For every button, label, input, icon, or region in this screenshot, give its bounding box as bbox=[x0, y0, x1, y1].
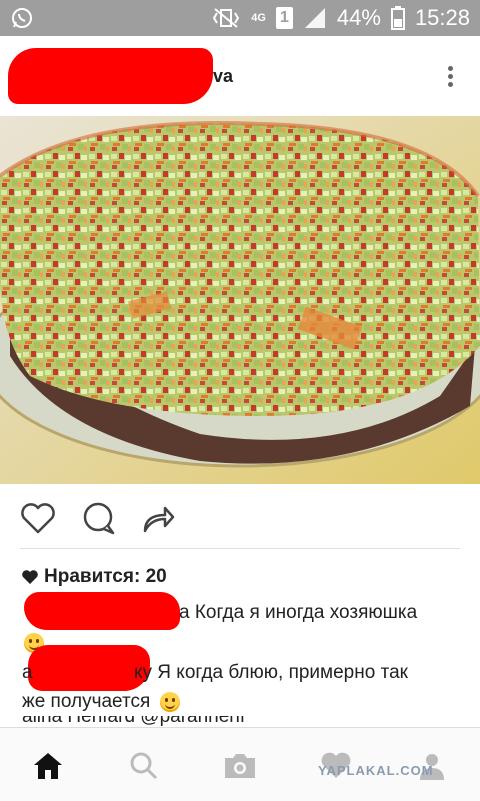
vibrate-mute-icon bbox=[211, 7, 241, 29]
divider bbox=[20, 548, 460, 549]
comment-1-text: а Когда я иногда хозяюшка bbox=[179, 602, 418, 623]
like-heart-icon[interactable] bbox=[18, 498, 58, 538]
likes-count[interactable]: Нравится: 20 bbox=[22, 566, 167, 588]
post-username[interactable]: va bbox=[213, 66, 233, 87]
sim-indicator: 1 bbox=[275, 7, 293, 29]
home-icon[interactable] bbox=[28, 746, 68, 786]
more-options-icon[interactable] bbox=[446, 64, 454, 90]
heart-filled-icon bbox=[22, 570, 38, 584]
comment-2-text2: же получается bbox=[22, 691, 151, 712]
battery-percent: 44% bbox=[336, 5, 381, 30]
post-actions bbox=[0, 496, 480, 544]
comment-icon[interactable] bbox=[78, 498, 118, 538]
network-type: 4G bbox=[251, 12, 266, 24]
comment-2-line2: же получается bbox=[22, 688, 180, 716]
comment-2-line1: ку Я когда блюю, примерно так bbox=[134, 659, 408, 687]
post-photo[interactable] bbox=[0, 116, 480, 484]
grinning-sweat-emoji bbox=[159, 691, 180, 712]
signal-icon bbox=[303, 6, 327, 30]
commenter-redaction-1 bbox=[24, 592, 180, 630]
share-arrow-icon[interactable] bbox=[138, 498, 178, 538]
comment-1: а Когда я иногда хозяюшка bbox=[179, 599, 417, 627]
camera-icon[interactable] bbox=[220, 746, 260, 786]
commenter-redaction-2 bbox=[28, 645, 150, 691]
watermark: YAPLAKAL.COM bbox=[318, 763, 434, 778]
whatsapp-icon bbox=[12, 8, 32, 28]
comment-2: а bbox=[22, 659, 33, 687]
search-icon[interactable] bbox=[124, 746, 164, 786]
comment-2-prefix: а bbox=[22, 662, 33, 683]
likes-label: Нравится: 20 bbox=[44, 566, 167, 587]
sim-number: 1 bbox=[279, 9, 289, 26]
username-redaction bbox=[8, 48, 213, 104]
battery-icon bbox=[390, 6, 405, 30]
comment-2-text: ку Я когда блюю, примерно так bbox=[134, 662, 408, 683]
comment-3-text: alina Henfard @parahnenf bbox=[22, 716, 246, 727]
status-bar: 4G 1 44% 15:28 bbox=[0, 0, 480, 36]
clock: 15:28 bbox=[414, 5, 470, 30]
